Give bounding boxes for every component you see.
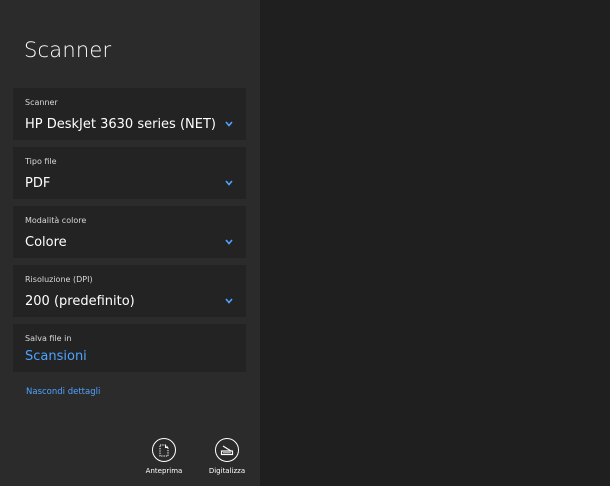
page-title: Scanner <box>24 38 112 62</box>
file-type-label: Tipo file <box>25 157 57 166</box>
resolution-dropdown[interactable]: Risoluzione (DPI) 200 (predefinito) <box>13 265 246 317</box>
scanner-icon <box>220 445 234 456</box>
preview-button[interactable]: Anteprima <box>134 438 194 475</box>
chevron-down-icon <box>225 239 233 245</box>
save-location-field: Salva file in Scansioni <box>13 324 246 372</box>
chevron-down-icon <box>225 298 233 304</box>
scanner-label: Scanner <box>25 98 58 107</box>
settings-pane: Scanner Scanner HP DeskJet 3630 series (… <box>0 0 260 486</box>
scan-circle <box>215 438 239 462</box>
preview-label: Anteprima <box>145 467 183 475</box>
chevron-down-icon <box>225 121 233 127</box>
hide-details-link[interactable]: Nascondi dettagli <box>26 387 100 397</box>
scan-button[interactable]: Digitalizza <box>197 438 257 475</box>
scan-label: Digitalizza <box>208 467 246 475</box>
chevron-down-icon <box>225 180 233 186</box>
scanner-value: HP DeskJet 3630 series (NET) <box>25 117 216 132</box>
file-type-dropdown[interactable]: Tipo file PDF <box>13 147 246 199</box>
save-location-label: Salva file in <box>25 334 72 343</box>
color-mode-dropdown[interactable]: Modalità colore Colore <box>13 206 246 258</box>
resolution-value: 200 (predefinito) <box>25 294 135 309</box>
resolution-label: Risoluzione (DPI) <box>25 275 93 284</box>
scanner-app: Scanner Scanner HP DeskJet 3630 series (… <box>0 0 610 486</box>
file-type-value: PDF <box>25 176 51 191</box>
save-location-link[interactable]: Scansioni <box>25 349 87 364</box>
color-mode-value: Colore <box>25 235 67 250</box>
scanner-dropdown[interactable]: Scanner HP DeskJet 3630 series (NET) <box>13 88 246 140</box>
preview-area <box>260 0 610 486</box>
preview-circle <box>152 438 176 462</box>
color-mode-label: Modalità colore <box>25 216 87 225</box>
document-preview-icon <box>159 444 169 456</box>
